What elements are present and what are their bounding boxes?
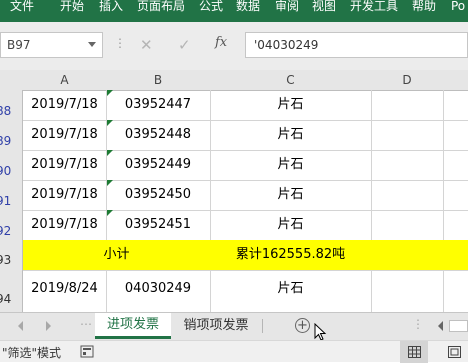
cancel-icon[interactable]: ✕ xyxy=(140,36,153,54)
scroll-tabs-left-icon[interactable] xyxy=(18,321,23,331)
cell-item[interactable]: 片石 xyxy=(210,270,372,312)
insert-function-icon[interactable]: fx xyxy=(215,35,227,50)
tab-home[interactable]: 开始 xyxy=(60,0,84,16)
column-header-d[interactable]: D xyxy=(371,70,444,91)
formula-input[interactable]: '04030249 xyxy=(245,32,468,58)
cell-date[interactable]: 2019/7/18 xyxy=(23,150,107,181)
cell-item[interactable]: 片石 xyxy=(210,210,372,241)
more-dots-icon: ⋮ xyxy=(412,317,424,331)
cell-empty[interactable] xyxy=(371,90,444,121)
more-dots-icon: ⋮ xyxy=(114,36,126,50)
row-header[interactable]: 93 xyxy=(0,240,23,271)
row-header[interactable]: 92 xyxy=(0,210,23,241)
tab-help[interactable]: 帮助 xyxy=(412,0,436,16)
error-indicator-icon xyxy=(107,210,113,216)
cell-empty[interactable] xyxy=(443,150,468,181)
tab-file[interactable]: 文件 xyxy=(10,0,34,16)
tab-divider xyxy=(262,319,263,333)
row-header[interactable]: 89 xyxy=(0,120,23,151)
tab-developer[interactable]: 开发工具 xyxy=(350,0,398,16)
tab-page-layout[interactable]: 页面布局 xyxy=(137,0,185,16)
cell-date[interactable]: 2019/7/18 xyxy=(23,90,107,121)
cell-item[interactable]: 片石 xyxy=(210,180,372,211)
subtotal-label-cell[interactable]: 小计 xyxy=(23,240,211,271)
scroll-left-icon[interactable] xyxy=(438,321,443,331)
error-indicator-icon xyxy=(107,150,113,156)
cell-invoice-number[interactable]: 03952451 xyxy=(106,210,211,241)
macro-recording-icon[interactable] xyxy=(80,345,94,358)
cell-empty[interactable] xyxy=(371,150,444,181)
select-all-corner[interactable] xyxy=(0,70,24,91)
sheet-tab-bar: ⋯ 进项发票 销项项发票 + ⋮ xyxy=(0,312,468,341)
sheet-tab-purchase-invoices[interactable]: 进项发票 xyxy=(95,313,171,339)
tab-data[interactable]: 数据 xyxy=(236,0,260,16)
page-layout-view-button[interactable] xyxy=(440,341,468,363)
tab-review[interactable]: 审阅 xyxy=(275,0,299,16)
row-header[interactable]: 94 xyxy=(0,270,23,312)
normal-view-button[interactable] xyxy=(400,341,428,363)
cell-invoice-number[interactable]: 03952447 xyxy=(106,90,211,121)
tab-power[interactable]: Po xyxy=(451,0,465,16)
column-header-c[interactable]: C xyxy=(210,70,372,91)
column-header-b[interactable]: B xyxy=(106,70,211,91)
page-layout-icon xyxy=(448,346,461,358)
row-header[interactable]: 91 xyxy=(0,180,23,211)
add-sheet-icon[interactable]: + xyxy=(295,318,310,333)
scroll-tabs-right-icon[interactable] xyxy=(46,321,51,331)
cell-empty[interactable] xyxy=(443,180,468,211)
cell-empty[interactable] xyxy=(443,120,468,151)
cell-invoice-number[interactable]: 03952449 xyxy=(106,150,211,181)
cell-empty[interactable] xyxy=(371,270,444,312)
cell-empty[interactable] xyxy=(443,270,468,312)
cell-empty[interactable] xyxy=(371,210,444,241)
status-bar: "筛选"模式 xyxy=(0,340,468,363)
cell-date[interactable]: 2019/8/24 xyxy=(23,270,107,312)
cell-empty[interactable] xyxy=(371,120,444,151)
error-indicator-icon xyxy=(107,180,113,186)
subtotal-empty-cell[interactable] xyxy=(371,240,444,271)
cell-item[interactable]: 片石 xyxy=(210,90,372,121)
cell-date[interactable]: 2019/7/18 xyxy=(23,120,107,151)
horizontal-scrollbar[interactable] xyxy=(449,320,468,332)
cell-invoice-number[interactable]: 04030249 xyxy=(106,270,211,312)
chevron-down-icon[interactable] xyxy=(88,42,96,47)
column-header-e[interactable] xyxy=(443,70,468,91)
cell-invoice-number[interactable]: 03952448 xyxy=(106,120,211,151)
row-header[interactable]: 90 xyxy=(0,150,23,181)
tab-view[interactable]: 视图 xyxy=(312,0,336,16)
cell-item[interactable]: 片石 xyxy=(210,120,372,151)
enter-check-icon[interactable]: ✓ xyxy=(178,36,191,54)
tab-insert[interactable]: 插入 xyxy=(99,0,123,16)
column-header-a[interactable]: A xyxy=(23,70,107,91)
subtotal-empty-cell[interactable] xyxy=(443,240,468,271)
cell-empty[interactable] xyxy=(371,180,444,211)
cell-item[interactable]: 片石 xyxy=(210,150,372,181)
sheet-tab-sales-invoices[interactable]: 销项项发票 xyxy=(172,313,260,339)
worksheet-grid: A B C D 88 2019/7/18 03952447 片石 89 2019… xyxy=(0,70,468,312)
error-indicator-icon xyxy=(107,90,113,96)
row-header[interactable]: 88 xyxy=(0,90,23,121)
more-dots-icon: ⋯ xyxy=(80,317,92,331)
normal-view-icon xyxy=(408,346,421,358)
ribbon-tab-bar: 文件 开始 插入 页面布局 公式 数据 审阅 视图 开发工具 帮助 Po xyxy=(0,0,468,22)
tab-formulas[interactable]: 公式 xyxy=(199,0,223,16)
cell-empty[interactable] xyxy=(443,90,468,121)
cell-date[interactable]: 2019/7/18 xyxy=(23,180,107,211)
status-mode-text: "筛选"模式 xyxy=(2,346,62,360)
cell-empty[interactable] xyxy=(443,210,468,241)
error-indicator-icon xyxy=(107,120,113,126)
cell-date[interactable]: 2019/7/18 xyxy=(23,210,107,241)
subtotal-total-cell[interactable]: 累计162555.82吨 xyxy=(210,240,372,271)
cell-invoice-number[interactable]: 03952450 xyxy=(106,180,211,211)
